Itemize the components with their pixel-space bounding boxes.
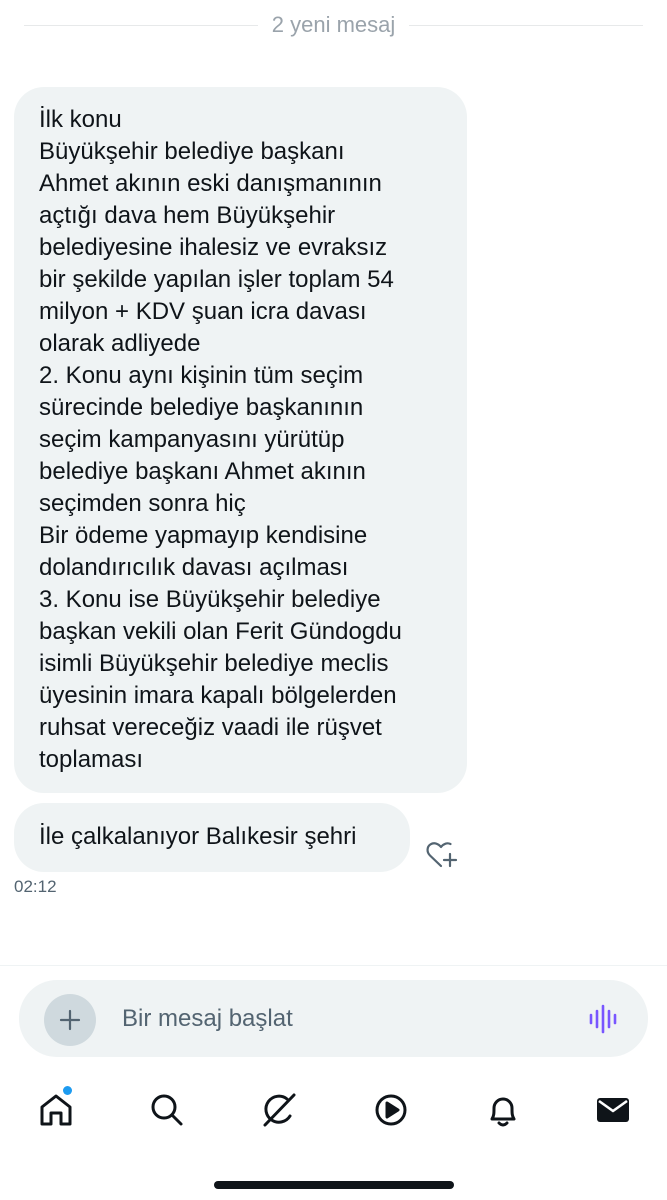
mail-icon[interactable] (588, 1085, 638, 1135)
bottom-tab-bar (0, 1085, 667, 1135)
message-line: İlk konu (39, 106, 122, 133)
message-line: olarak adliyede (39, 330, 201, 357)
composer-divider (0, 965, 667, 966)
message-line: sürecinde belediye başkanının (39, 394, 364, 421)
home-icon[interactable] (31, 1085, 81, 1135)
message-composer (19, 980, 648, 1057)
message-line: üyesinin imara kapalı bölgelerden (39, 682, 397, 709)
message-line: 3. Konu ise Büyükşehir belediye (39, 586, 381, 613)
message-line: milyon + KDV şuan icra davası (39, 298, 367, 325)
plus-icon[interactable] (44, 994, 96, 1046)
bell-icon[interactable] (478, 1085, 528, 1135)
video-play-icon[interactable] (366, 1085, 416, 1135)
message-bubble[interactable]: İlk konu Büyükşehir belediye başkanı Ahm… (14, 87, 467, 793)
voice-wave-icon[interactable] (588, 1004, 620, 1034)
message-timestamp: 02:12 (14, 877, 57, 896)
notification-dot (63, 1086, 72, 1095)
message-line: belediyesine ihalesiz ve evraksız (39, 234, 388, 261)
message-line: Bir ödeme yapmayıp kendisine (39, 522, 368, 549)
message-input[interactable] (122, 1002, 542, 1036)
message-line: belediye başkanı Ahmet akının (39, 458, 366, 485)
new-messages-divider: 2 yeni mesaj (24, 10, 644, 40)
message-line: dolandırıcılık davası açılması (39, 554, 349, 581)
message-line: açtığı dava hem Büyükşehir (39, 202, 336, 229)
grok-icon[interactable] (254, 1085, 304, 1135)
heart-plus-icon[interactable] (424, 838, 458, 872)
new-messages-label: 2 yeni mesaj (271, 12, 396, 37)
divider-line-right (409, 24, 644, 26)
divider-line-left (24, 24, 258, 26)
message-line: 2. Konu aynı kişinin tüm seçim (39, 362, 364, 389)
message-line: bir şekilde yapılan işler toplam 54 (39, 266, 394, 293)
message-text: İle çalkalanıyor Balıkesir şehri (39, 823, 357, 850)
message-line: seçimden sonra hiç (39, 490, 246, 517)
message-bubble[interactable]: İle çalkalanıyor Balıkesir şehri (14, 803, 410, 872)
message-line: başkan vekili olan Ferit Gündogdu (39, 618, 402, 645)
search-icon[interactable] (142, 1085, 192, 1135)
message-line: isimli Büyükşehir belediye meclis (39, 650, 389, 677)
message-line: ruhsat vereceğiz vaadi ile rüşvet (39, 714, 382, 741)
home-indicator (214, 1181, 454, 1189)
message-line: seçim kampanyasını yürütüp (39, 426, 345, 453)
message-line: Ahmet akının eski danışmanının (39, 170, 382, 197)
message-line: Büyükşehir belediye başkanı (39, 138, 345, 165)
message-line: toplaması (39, 746, 144, 773)
